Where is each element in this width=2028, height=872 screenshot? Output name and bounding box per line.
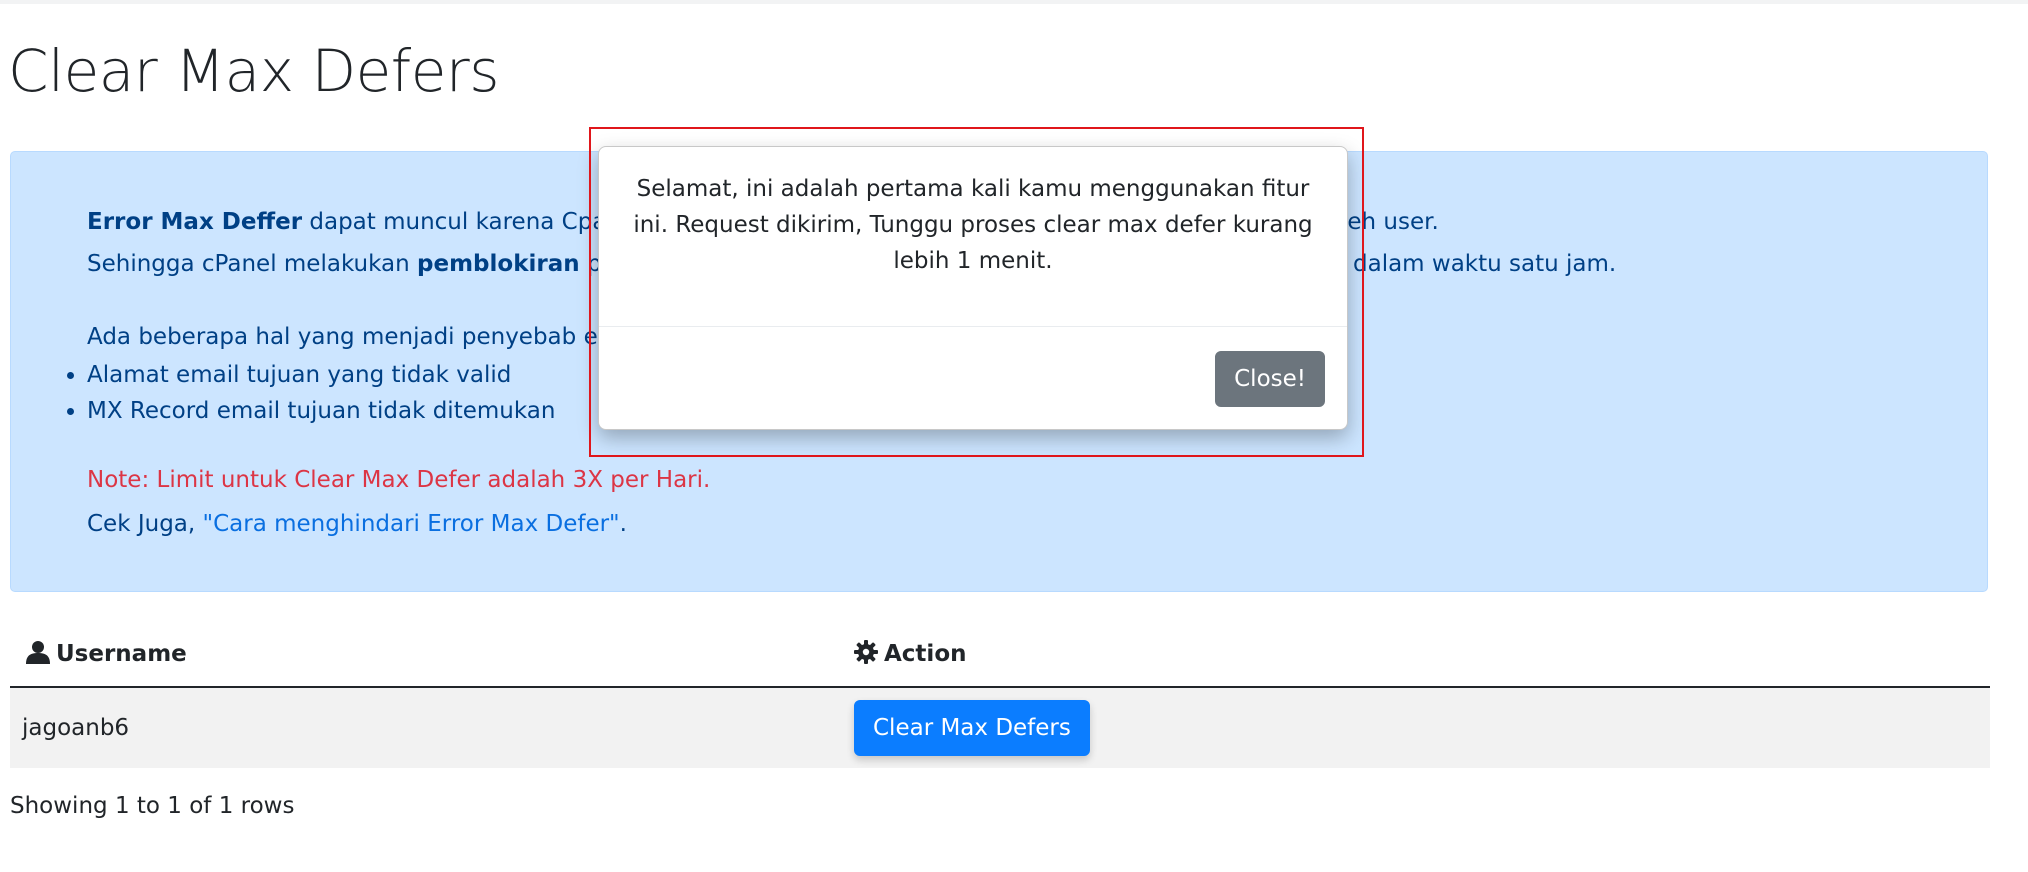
- username-column-header[interactable]: Username: [10, 620, 854, 688]
- pemblokiran-label: pemblokiran: [417, 251, 580, 277]
- action-header-label: Action: [884, 640, 967, 667]
- info-line-2: Sehingga cPanel melakukan pemblokiran pa…: [87, 248, 644, 280]
- cause-item: MX Record email tujuan tidak ditemukan: [87, 393, 555, 429]
- table-row: jagoanb6 Clear Max Defers: [10, 687, 1990, 768]
- pagination-info: Showing 1 to 1 of 1 rows: [10, 793, 295, 819]
- modal-message: Selamat, ini adalah pertama kali kamu me…: [633, 176, 1313, 274]
- success-modal: Selamat, ini adalah pertama kali kamu me…: [598, 146, 1348, 430]
- modal-footer: Close!: [599, 327, 1347, 431]
- error-max-deffer-label: Error Max Deffer: [87, 209, 303, 235]
- user-icon: [26, 640, 50, 664]
- info-line-1: Error Max Deffer dapat muncul karena Cpa…: [87, 206, 642, 238]
- info-line-1-tail: leh user.: [1341, 209, 1439, 235]
- table-header-row: Username Action: [10, 620, 1990, 688]
- cek-juga-suffix: .: [619, 511, 627, 537]
- users-table: Username Action jagoanb6 Clear Max Defer…: [10, 620, 1990, 768]
- gear-icon: [854, 639, 878, 664]
- page-title: Clear Max Defers: [8, 37, 499, 105]
- clear-max-defers-button[interactable]: Clear Max Defers: [854, 700, 1090, 756]
- limit-note: Note: Limit untuk Clear Max Defer adalah…: [87, 467, 711, 493]
- info-line-2-text: Sehingga cPanel melakukan: [87, 251, 418, 277]
- cek-juga-line: Cek Juga, "Cara menghindari Error Max De…: [87, 508, 627, 540]
- info-line-1-text: dapat muncul karena Cpanel: [302, 209, 642, 235]
- close-button[interactable]: Close!: [1215, 351, 1325, 407]
- username-header-label: Username: [56, 640, 187, 667]
- cek-juga-prefix: Cek Juga,: [87, 511, 203, 537]
- top-border: [0, 0, 2028, 4]
- cause-list: Alamat email tujuan yang tidak valid MX …: [47, 357, 555, 429]
- avoid-max-defer-link[interactable]: "Cara menghindari Error Max Defer": [203, 511, 620, 537]
- action-column-header[interactable]: Action: [854, 620, 1990, 688]
- modal-body: Selamat, ini adalah pertama kali kamu me…: [599, 147, 1347, 327]
- cause-item: Alamat email tujuan yang tidak valid: [87, 357, 555, 393]
- username-cell: jagoanb6: [10, 687, 854, 768]
- action-cell: Clear Max Defers: [854, 687, 1990, 768]
- info-line-2-tail: dalam waktu satu jam.: [1353, 251, 1617, 277]
- info-line-3: Ada beberapa hal yang menjadi penyebab e…: [87, 324, 641, 350]
